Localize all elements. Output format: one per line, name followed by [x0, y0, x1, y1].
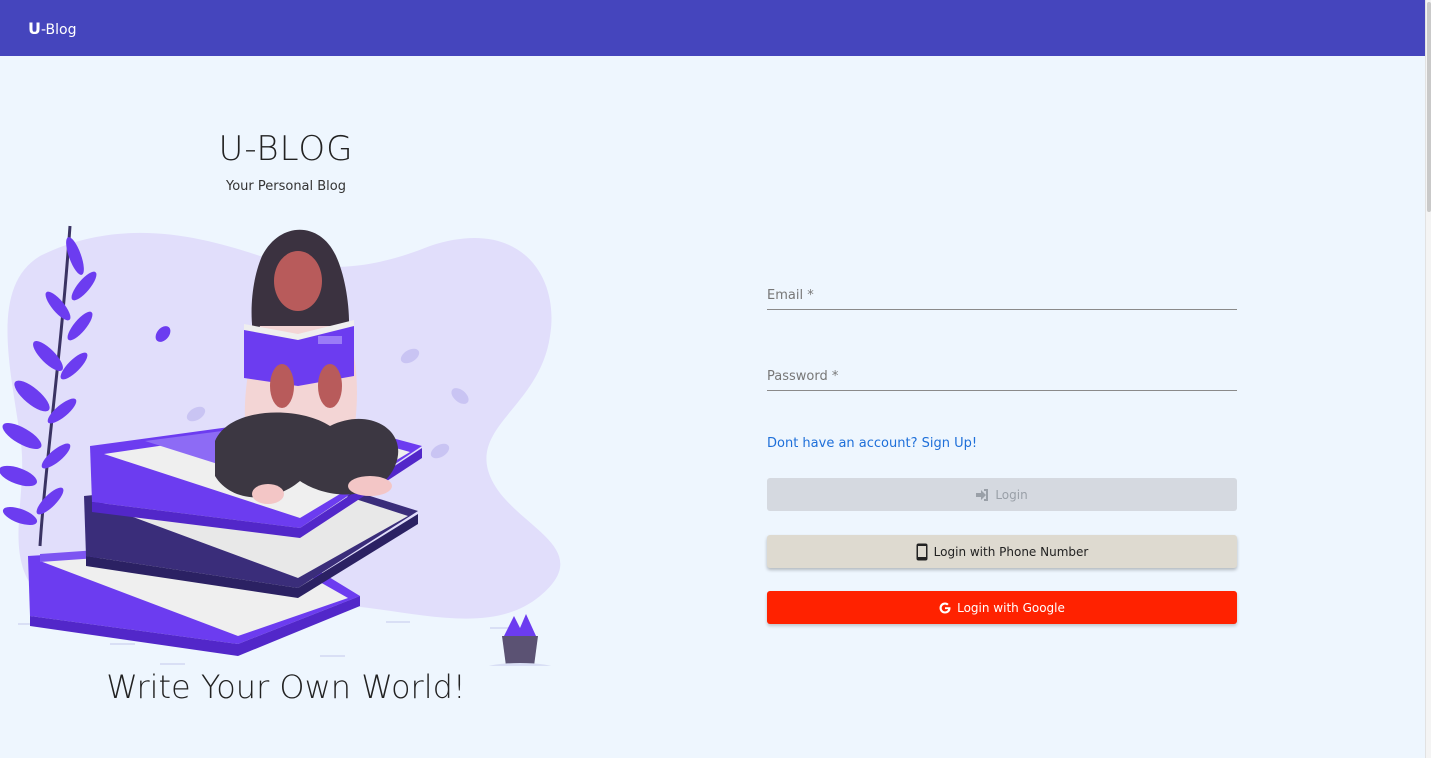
signup-link[interactable]: Dont have an account? Sign Up! [767, 436, 977, 451]
scrollbar[interactable] [1425, 0, 1431, 758]
hero-subtitle: Your Personal Blog [225, 179, 346, 194]
hero-section: U-BLOG Your Personal Blog Write Your Own… [0, 56, 600, 758]
plant-pot-icon [488, 614, 552, 666]
app-logo[interactable]: U-Blog [28, 19, 77, 38]
phone-login-label: Login with Phone Number [933, 544, 1089, 559]
scrollbar-thumb[interactable] [1427, 2, 1431, 212]
app-bar: U-Blog [0, 0, 1425, 56]
mobile-phone-icon [916, 543, 928, 561]
phone-login-button[interactable]: Login with Phone Number [767, 535, 1237, 568]
reading-woman-illustration [0, 225, 561, 666]
google-login-label: Login with Google [957, 600, 1065, 615]
password-field[interactable]: Password * [767, 351, 1237, 391]
login-button-label: Login [995, 487, 1028, 502]
email-field[interactable]: Email * [767, 270, 1237, 310]
email-input[interactable] [767, 281, 1237, 309]
hero-title: U-BLOG [218, 129, 354, 169]
google-g-icon [939, 602, 951, 614]
login-button[interactable]: Login [767, 478, 1237, 511]
logo-text: -Blog [41, 21, 77, 38]
password-input[interactable] [767, 362, 1237, 390]
logo-letter: U [28, 18, 41, 38]
hero-tagline: Write Your Own World! [106, 668, 466, 706]
sign-in-icon [976, 488, 989, 501]
google-login-button[interactable]: Login with Google [767, 591, 1237, 624]
login-page: U-Blog U-BLOG Your Personal Blog Write Y… [0, 0, 1431, 758]
